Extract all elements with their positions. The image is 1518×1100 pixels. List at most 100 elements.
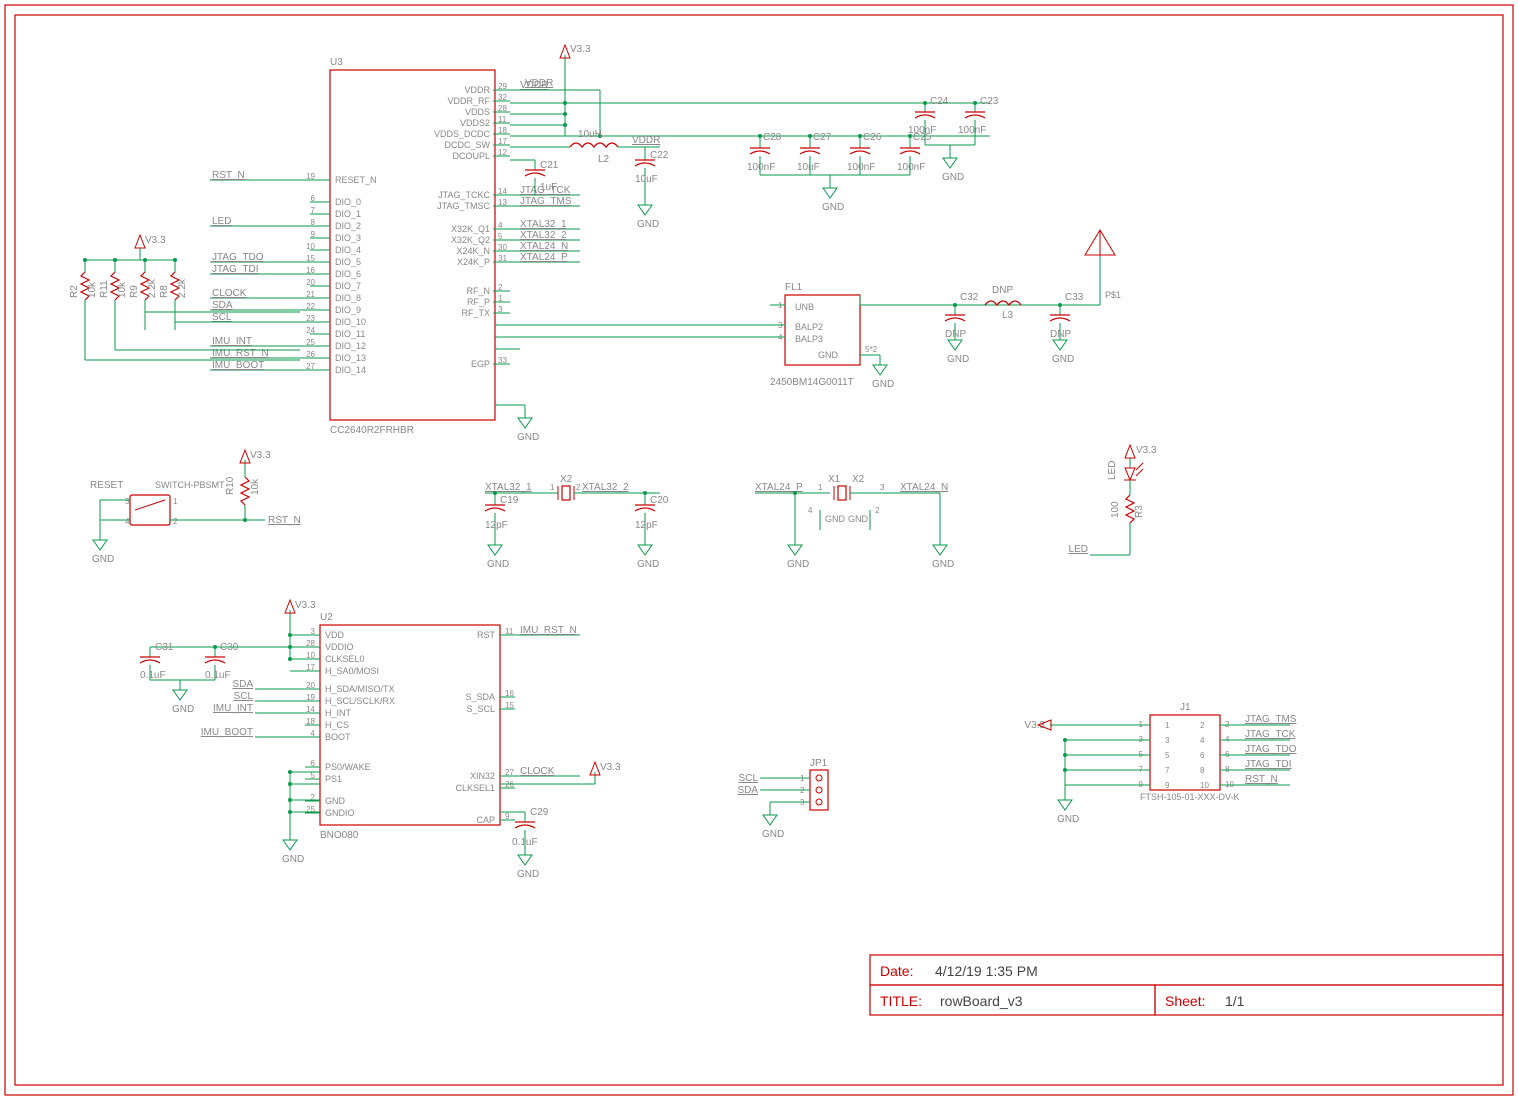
svg-text:SDA: SDA: [232, 679, 253, 690]
svg-text:CLKSEL0: CLKSEL0: [325, 654, 365, 664]
svg-text:R10: R10: [225, 476, 236, 495]
connector-JP1: JP1 1 2 3 GND SCL SDA: [737, 758, 828, 840]
svg-text:V3.3: V3.3: [600, 762, 621, 773]
svg-text:X2: X2: [852, 474, 865, 485]
cap-C33: C33 DNP GND: [1050, 292, 1084, 365]
svg-text:IMU_INT: IMU_INT: [212, 336, 252, 347]
svg-text:100nF: 100nF: [747, 162, 775, 173]
svg-text:H_CS: H_CS: [325, 720, 349, 730]
svg-text:LED: LED: [1069, 544, 1088, 555]
svg-text:2: 2: [173, 517, 178, 526]
svg-text:DIO_12: DIO_12: [335, 341, 366, 351]
resistor-R10: V3.3 R10 10k: [225, 450, 271, 522]
svg-text:8: 8: [1200, 766, 1205, 775]
svg-text:X24K_N: X24K_N: [456, 246, 490, 256]
svg-text:JTAG_TDO: JTAG_TDO: [1245, 744, 1297, 755]
svg-text:4/12/19 1:35 PM: 4/12/19 1:35 PM: [935, 963, 1038, 979]
svg-text:XTAL32_1: XTAL32_1: [520, 219, 567, 230]
svg-text:C22: C22: [650, 150, 669, 161]
svg-text:100nF: 100nF: [958, 125, 986, 136]
svg-text:1: 1: [550, 483, 555, 492]
svg-text:DIO_10: DIO_10: [335, 317, 366, 327]
svg-text:JTAG_TDO: JTAG_TDO: [212, 252, 264, 263]
svg-text:2: 2: [1200, 721, 1205, 730]
inductor-L3: L3 DNP: [985, 285, 1100, 321]
cap-C30: C30 0.1uF: [205, 642, 239, 681]
svg-text:JTAG_TDI: JTAG_TDI: [212, 264, 258, 275]
svg-text:JTAG_TMS: JTAG_TMS: [1245, 714, 1297, 725]
svg-text:2: 2: [875, 506, 880, 515]
cap-C19: C19 12pF GND: [485, 491, 519, 570]
svg-text:R2: R2: [69, 285, 80, 298]
svg-text:3: 3: [880, 483, 885, 492]
refdes-U3: U3: [330, 57, 343, 68]
svg-text:12pF: 12pF: [635, 520, 658, 531]
svg-text:H_SA0/MOSI: H_SA0/MOSI: [325, 666, 379, 676]
cap-C22: C22 10uF: [635, 147, 669, 205]
svg-text:10uF: 10uF: [635, 174, 658, 185]
svg-text:VDDR: VDDR: [525, 78, 553, 89]
svg-text:S_SDA: S_SDA: [465, 692, 495, 702]
svg-text:10k: 10k: [250, 478, 261, 495]
svg-text:IMU_BOOT: IMU_BOOT: [212, 360, 264, 371]
svg-text:1: 1: [818, 483, 823, 492]
svg-text:IMU_RST_N: IMU_RST_N: [520, 625, 577, 636]
svg-text:C31: C31: [155, 642, 174, 653]
svg-text:XTAL24_P: XTAL24_P: [520, 252, 568, 263]
svg-text:1uF: 1uF: [540, 182, 557, 193]
component-FL1: FL1 2450BM14G0011T UNB 1 BALP2 3 BALP3 4…: [495, 282, 1100, 390]
svg-text:H_SCL/SCLK/RX: H_SCL/SCLK/RX: [325, 696, 395, 706]
svg-text:LED: LED: [212, 216, 231, 227]
svg-text:RST: RST: [477, 630, 496, 640]
svg-text:C24: C24: [930, 96, 949, 107]
svg-text:SDA: SDA: [737, 785, 758, 796]
svg-text:XTAL24_N: XTAL24_N: [520, 241, 568, 252]
svg-text:C21: C21: [540, 160, 559, 171]
svg-text:DCOUPL: DCOUPL: [452, 151, 490, 161]
svg-text:C33: C33: [1065, 292, 1084, 303]
svg-text:GND: GND: [172, 704, 194, 715]
svg-text:3: 3: [1165, 736, 1170, 745]
svg-text:VDDIO: VDDIO: [325, 642, 354, 652]
svg-text:VDD: VDD: [325, 630, 345, 640]
decoupling-caps-row: L2 10uH VDDR C21 1uF C22 10uF C28100nFC2…: [510, 90, 999, 230]
svg-text:X32K_Q2: X32K_Q2: [451, 235, 490, 245]
svg-text:0.1uF: 0.1uF: [205, 670, 231, 681]
svg-text:JTAG_TMS: JTAG_TMS: [520, 196, 572, 207]
svg-text:DNP: DNP: [1050, 329, 1071, 340]
svg-text:RESET_N: RESET_N: [335, 175, 377, 185]
svg-text:VDDR: VDDR: [464, 85, 490, 95]
antenna-matching: C32 DNP GND L3 DNP C33 DNP GND P$1: [945, 230, 1121, 365]
svg-text:SCL: SCL: [212, 312, 232, 323]
gnd-caps-right: GND: [925, 145, 975, 183]
svg-text:UNB: UNB: [795, 302, 814, 312]
svg-text:SWITCH-PBSMT: SWITCH-PBSMT: [155, 480, 225, 490]
svg-text:10uF: 10uF: [797, 162, 820, 173]
svg-text:1: 1: [173, 497, 178, 506]
svg-text:GND: GND: [818, 350, 839, 360]
svg-text:V3.3: V3.3: [1136, 445, 1157, 456]
svg-text:C20: C20: [650, 495, 669, 506]
antenna-symbol: P$1: [1085, 230, 1121, 305]
svg-text:0.1uF: 0.1uF: [512, 837, 538, 848]
svg-text:V3.3: V3.3: [295, 600, 316, 611]
U3-left-pins: RESET_N19RST_NDIO_06DIO_17DIO_28LEDDIO_3…: [210, 170, 377, 375]
svg-text:H_SDA/MISO/TX: H_SDA/MISO/TX: [325, 684, 395, 694]
svg-text:3: 3: [125, 497, 130, 506]
xtal-24m: XTAL24_P 1 X1 X2 3 XTAL24_N 4 2 GND GND …: [755, 474, 954, 570]
svg-text:R3: R3: [1134, 505, 1145, 518]
svg-text:TITLE:: TITLE:: [880, 993, 922, 1009]
svg-text:GND: GND: [1052, 354, 1074, 365]
svg-text:GND: GND: [637, 219, 659, 230]
svg-text:RST_N: RST_N: [1245, 774, 1278, 785]
svg-text:V3.3: V3.3: [570, 44, 591, 55]
svg-text:V3.3: V3.3: [145, 235, 166, 246]
svg-text:DIO_4: DIO_4: [335, 245, 361, 255]
svg-text:GND: GND: [848, 514, 869, 524]
svg-text:C27: C27: [813, 132, 832, 143]
svg-text:C26: C26: [863, 132, 882, 143]
svg-text:SCL: SCL: [739, 773, 759, 784]
svg-text:CLOCK: CLOCK: [212, 288, 247, 299]
svg-text:IMU_INT: IMU_INT: [213, 703, 253, 714]
svg-text:X1: X1: [828, 474, 841, 485]
